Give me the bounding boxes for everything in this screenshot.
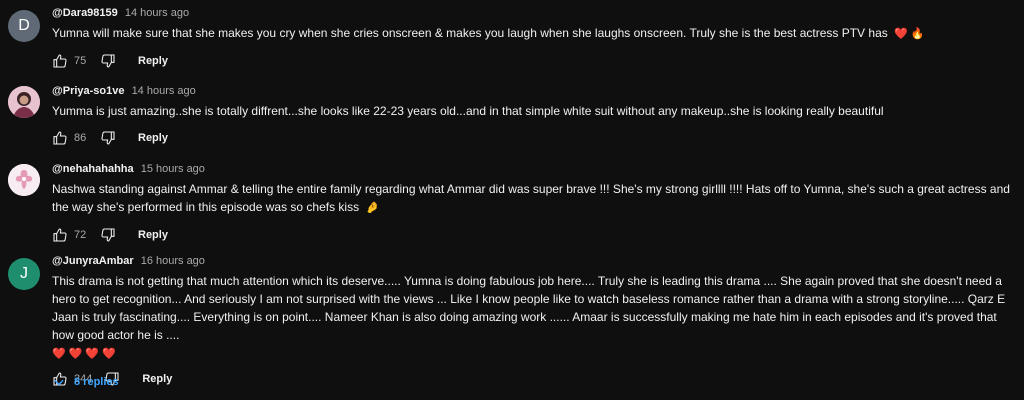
- avatar[interactable]: J: [8, 258, 40, 290]
- comment-text: This drama is not getting that much atte…: [52, 272, 1012, 363]
- reply-button[interactable]: Reply: [138, 132, 168, 144]
- thumbs-down-icon[interactable]: [100, 53, 116, 69]
- timestamp[interactable]: 14 hours ago: [132, 85, 196, 97]
- thumbs-down-icon[interactable]: [100, 130, 116, 146]
- comment-header: @nehahahahha 15 hours ago: [52, 162, 1012, 176]
- thumbs-down-icon[interactable]: [100, 227, 116, 243]
- thumbs-up-icon[interactable]: [52, 227, 68, 243]
- author-name[interactable]: @JunyraAmbar: [52, 255, 134, 267]
- thumbs-up-icon[interactable]: [52, 130, 68, 146]
- hearts-emoji: ❤️❤️❤️❤️: [52, 347, 119, 360]
- comment-header: @JunyraAmbar 16 hours ago: [52, 254, 1012, 268]
- author-name[interactable]: @Priya-so1ve: [52, 85, 125, 97]
- reply-button[interactable]: Reply: [142, 373, 172, 385]
- avatar[interactable]: [8, 164, 40, 196]
- reply-button[interactable]: Reply: [138, 229, 168, 241]
- comment-header: @Priya-so1ve 14 hours ago: [52, 84, 1012, 98]
- like-count: 75: [74, 55, 87, 67]
- chevron-down-icon: [52, 375, 66, 389]
- comment-text: Nashwa standing against Ammar & telling …: [52, 180, 1012, 217]
- timestamp[interactable]: 16 hours ago: [141, 255, 205, 267]
- avatar[interactable]: D: [8, 10, 40, 42]
- author-name[interactable]: @nehahahahha: [52, 163, 134, 175]
- like-count: 72: [74, 229, 87, 241]
- comment-actions: 72 Reply: [52, 223, 1012, 247]
- like-count: 86: [74, 132, 87, 144]
- comment-text: Yumna will make sure that she makes you …: [52, 24, 1012, 43]
- timestamp[interactable]: 15 hours ago: [141, 163, 205, 175]
- timestamp[interactable]: 14 hours ago: [125, 7, 189, 19]
- pinched-fingers-emoji: 🤌: [365, 201, 380, 214]
- heart-emoji: ❤️: [894, 27, 908, 40]
- comment-actions: 75 Reply: [52, 49, 1012, 73]
- comment-actions: 86 Reply: [52, 126, 1012, 150]
- avatar[interactable]: [8, 86, 40, 118]
- view-replies-button[interactable]: 8 replies: [52, 372, 119, 392]
- thumbs-up-icon[interactable]: [52, 53, 68, 69]
- comment-actions: 244 Reply: [52, 367, 1012, 391]
- fire-emoji: 🔥: [910, 27, 925, 40]
- replies-label: 8 replies: [74, 376, 119, 388]
- reply-button[interactable]: Reply: [138, 55, 168, 67]
- comment-text: Yumma is just amazing..she is totally di…: [52, 104, 884, 118]
- author-name[interactable]: @Dara98159: [52, 7, 118, 19]
- comment-header: @Dara98159 14 hours ago: [52, 6, 1012, 20]
- profile-photo-icon: [8, 86, 40, 118]
- profile-photo-icon: [8, 164, 40, 196]
